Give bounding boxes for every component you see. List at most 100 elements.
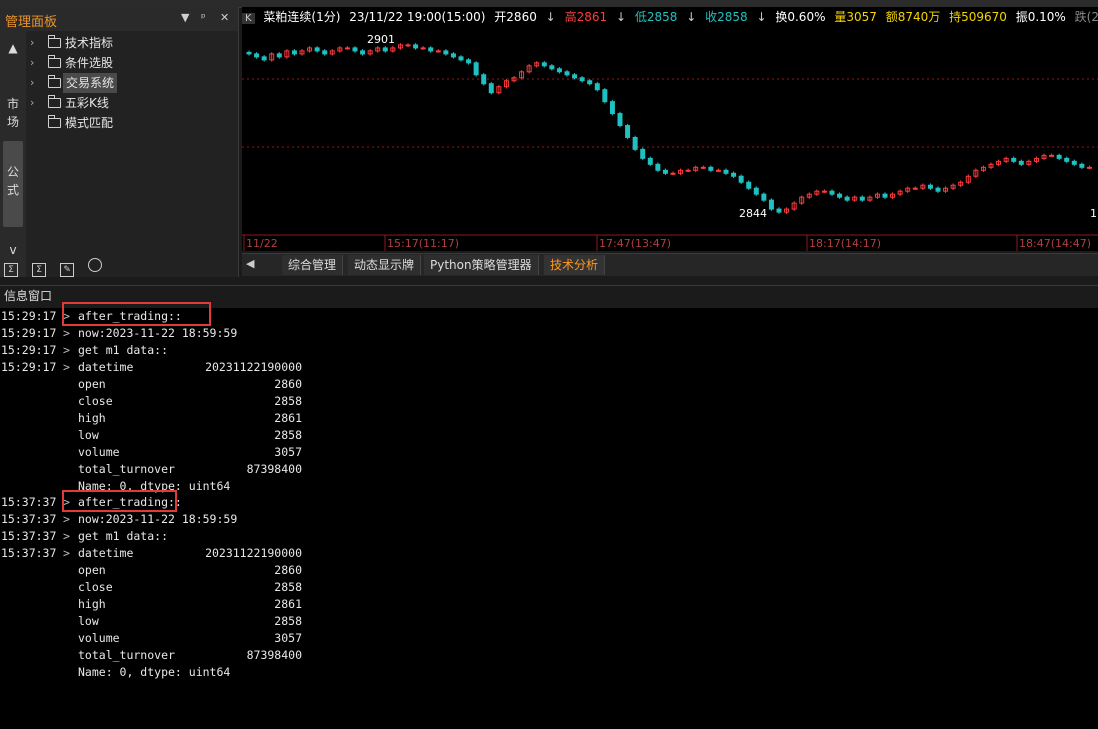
down-arrow-icon: ↓ [545,10,556,24]
log-line: Name: 0, dtype: uint64 [0,664,1098,681]
candle-body [602,89,608,103]
tab-2[interactable]: Python策略管理器 [424,255,539,275]
prompt-arrow-icon: > [63,529,70,544]
tab-prev-icon[interactable]: ◀ [246,257,254,270]
bottom-tabbar: ◀ 综合管理 动态显示牌 Python策略管理器 技术分析 [242,253,1098,276]
scroll-up-icon[interactable]: ▲ [3,39,23,57]
tree-item-label: 条件选股 [65,56,114,70]
chart-header: K 菜粕连续(1分) 23/11/22 19:00(15:00) 开2860 ↓… [242,7,1098,27]
candle-body [715,169,721,172]
candle-body [927,184,933,189]
tree-item-label: 交易系统 [63,73,118,93]
dropdown-icon[interactable]: ▼ [181,11,189,24]
candle-body [428,47,434,52]
candle-body [708,166,714,171]
log-line: 15:29:17 > get m1 data:: [0,342,1098,359]
log-line: close 2858 [0,579,1098,596]
log-output: 15:29:17 > after_trading:: 15:29:17 > now:202… [0,302,1098,729]
hold-value: 持509670 [949,10,1007,24]
candle-body [291,50,297,55]
search-icon[interactable] [88,258,103,272]
prompt-arrow-icon: > [63,359,70,374]
log-value: 87398400 [246,461,302,476]
tree-item[interactable]: › 交易系统 [28,73,236,93]
candle-body [859,196,865,201]
log-line: low 2858 [0,427,1098,444]
candle-body [488,83,494,94]
tree-item[interactable]: 模式匹配 [28,113,236,133]
log-timestamp: 15:37:37 [1,512,57,527]
candle-body [435,50,441,53]
candle-body [382,47,388,52]
log-line: close 2858 [0,393,1098,410]
log-line: volume 3057 [0,444,1098,461]
low-value: 低2858 [634,10,678,24]
candle-body [746,181,752,189]
chart-title: 菜粕连续(1分) [263,10,341,24]
tree-item-label: 五彩K线 [65,96,109,110]
right-mark-label: 1 [1090,207,1097,220]
tab-1[interactable]: 动态显示牌 [348,255,422,275]
tab-3[interactable]: 技术分析 [544,255,606,275]
log-message: Name: 0, dtype: uint64 [78,664,231,679]
candle-body [723,169,729,174]
log-message: volume [78,631,120,646]
candle-body [625,125,631,138]
chart-datetime: 23/11/22 19:00(15:00) [349,10,486,24]
candle-body [1064,157,1070,162]
candle-body [1056,154,1062,159]
expand-arrow-icon[interactable]: › [30,53,40,73]
low-mark-label: 2844 [739,207,767,220]
candle-body [753,187,759,195]
tree-item[interactable]: › 五彩K线 [28,93,236,113]
log-message: high [78,410,106,425]
folder-icon [48,35,61,48]
log-line: total_turnover 87398400 [0,647,1098,664]
log-value: 2861 [274,597,302,612]
candle-body [360,50,366,55]
panel-title: 管理面板 [5,15,58,30]
panel-toolbar: Σ Σ ✎ [4,257,111,277]
candle-body [912,187,918,190]
log-value: 3057 [274,631,302,646]
prompt-arrow-icon: > [63,342,70,357]
expand-arrow-icon[interactable]: › [30,73,40,93]
folder-icon [48,115,61,128]
vtab-formula[interactable]: 公 式 [3,141,23,227]
tree-item[interactable]: › 技术指标 [28,33,236,53]
candle-body [405,44,411,47]
formula-icon[interactable]: Σ [4,263,18,277]
log-value: 2860 [274,563,302,578]
chart-badge: K [242,13,255,24]
log-line: 15:37:37 > now:2023-11-22 18:59:59 [0,511,1098,528]
log-timestamp: 15:37:37 [1,546,57,561]
sum-icon[interactable]: Σ [32,263,47,277]
close-icon[interactable]: ✕ [220,11,229,24]
log-message: total_turnover [78,461,175,476]
candle-body [632,136,638,150]
candle-body [541,62,547,67]
log-value: 20231122190000 [205,359,302,374]
log-message: datetime [78,546,134,561]
edit-icon[interactable]: ✎ [60,263,75,277]
candle-body [473,62,479,76]
panel-header: 管理面板 ▼ ᵖ ✕ [0,7,238,31]
volume-value: 量3057 [834,10,877,24]
vertical-tabs: ▲ 市 场 公 式 v [0,31,26,277]
pin-icon[interactable]: ᵖ [201,11,206,24]
candle-body [935,187,941,192]
expand-arrow-icon[interactable]: › [30,93,40,113]
log-timestamp: 15:29:17 [1,325,57,340]
down-arrow-icon: ↓ [686,10,697,24]
candle-body [261,56,267,61]
candle-body [556,68,562,73]
candle-body [254,53,260,58]
tab-0[interactable]: 综合管理 [282,255,344,275]
kline-chart[interactable]: K 菜粕连续(1分) 23/11/22 19:00(15:00) 开2860 ↓… [242,7,1098,251]
candle-body [352,47,358,52]
vtab-market[interactable]: 市 场 [3,95,23,131]
expand-arrow-icon[interactable]: › [30,33,40,53]
tree-item[interactable]: › 条件选股 [28,53,236,73]
log-message: low [78,614,99,629]
open-value: 开2860 [494,10,537,24]
